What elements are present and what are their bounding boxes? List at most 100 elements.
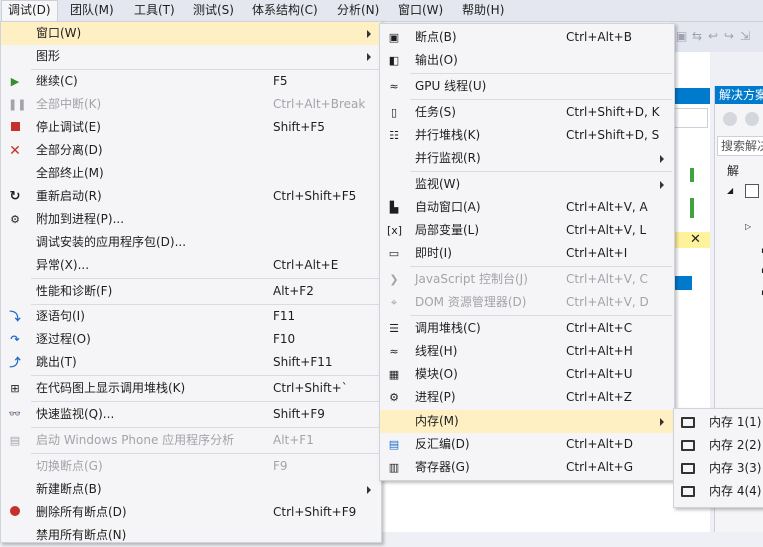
menu-item-memory-2[interactable]: 内存 2(2) [674, 434, 763, 457]
menu-item-break-all: ❚❚ 全部中断(K) Ctrl+Alt+Break [1, 93, 381, 116]
menu-item-performance-diagnostics[interactable]: 性能和诊断(F) Alt+F2 [1, 280, 381, 303]
menu-item-stop-debugging[interactable]: 停止调试(E) Shift+F5 [1, 116, 381, 139]
menu-tools[interactable]: 工具(T) [128, 0, 181, 21]
menu-item-label: 内存 3(3) [709, 461, 762, 475]
menu-item-shortcut: Ctrl+Alt+Break [273, 97, 366, 111]
expand-icon[interactable]: ▷ [745, 222, 751, 231]
processes-icon: ⚙ [389, 391, 399, 404]
menu-item-label: 在代码图上显示调用堆栈(K) [36, 381, 186, 395]
menu-analyze[interactable]: 分析(N) [331, 0, 385, 21]
menu-item-breakpoints[interactable]: ▣ 断点(B) Ctrl+Alt+B [380, 26, 674, 49]
solution-tree-item[interactable]: 解 [727, 162, 739, 179]
menu-item-memory-4[interactable]: 内存 4(4) [674, 480, 763, 503]
menu-item-show-call-stack-on-code-map[interactable]: ⊞ 在代码图上显示调用堆栈(K) Ctrl+Shift+` [1, 377, 381, 400]
menu-item-detach-all[interactable]: ✕ 全部分离(D) [1, 139, 381, 162]
menu-item-label: 全部分离(D) [36, 143, 103, 157]
code-map-icon: ⊞ [10, 382, 20, 395]
menu-item-label: DOM 资源管理器(D) [415, 295, 527, 309]
menu-item-label: 跳出(T) [36, 355, 77, 369]
memory-chip-icon [681, 462, 695, 476]
menu-item-memory-1[interactable]: 内存 1(1) [674, 411, 763, 434]
menu-item-shortcut: Shift+F5 [273, 120, 325, 134]
menu-architecture[interactable]: 体系结构(C) [246, 0, 324, 21]
menu-item-label: 任务(S) [415, 105, 456, 119]
menu-item-terminate-all[interactable]: 全部终止(M) [1, 162, 381, 185]
menu-item-disable-all-breakpoints[interactable]: 禁用所有断点(N) [1, 524, 381, 547]
menu-item-step-into[interactable]: ⤵ 逐语句(I) F11 [1, 305, 381, 328]
menu-item-watch[interactable]: 监视(W) [380, 173, 674, 196]
menu-item-parallel-watch[interactable]: 并行监视(R) [380, 147, 674, 170]
menu-item-memory-3[interactable]: 内存 3(3) [674, 457, 763, 480]
menu-item-label: 内存 2(2) [709, 438, 762, 452]
menu-item-new-breakpoint[interactable]: 新建断点(B) [1, 478, 381, 501]
menu-item-step-out[interactable]: ⤴ 跳出(T) Shift+F11 [1, 351, 381, 374]
menu-item-threads[interactable]: ≈ 线程(H) Ctrl+Alt+H [380, 340, 674, 363]
menu-item-label: 新建断点(B) [36, 482, 102, 496]
menu-item-autos[interactable]: ▙ 自动窗口(A) Ctrl+Alt+V, A [380, 196, 674, 219]
menu-item-shortcut: Ctrl+Alt+V, C [566, 272, 648, 286]
menu-separator [31, 453, 379, 454]
menu-item-window[interactable]: 窗口(W) [1, 22, 381, 45]
menu-item-continue[interactable]: ▶ 继续(C) F5 [1, 70, 381, 93]
solution-search-input[interactable]: 搜索解决 [717, 136, 763, 156]
submenu-arrow-icon [367, 53, 371, 61]
toolbar-icon: ↪ [724, 29, 735, 43]
menu-window[interactable]: 窗口(W) [392, 0, 449, 21]
menu-help[interactable]: 帮助(H) [456, 0, 510, 21]
menu-item-shortcut: Ctrl+Alt+D [566, 437, 633, 451]
menu-item-processes[interactable]: ⚙ 进程(P) Ctrl+Alt+Z [380, 386, 674, 409]
menu-item-label: 重新启动(R) [36, 189, 102, 203]
memory-chip-icon [681, 416, 695, 430]
menu-item-locals[interactable]: [x] 局部变量(L) Ctrl+Alt+V, L [380, 219, 674, 242]
menu-item-quickwatch[interactable]: 👓 快速监视(Q)... Shift+F9 [1, 403, 381, 426]
menu-item-tasks[interactable]: ▯ 任务(S) Ctrl+Shift+D, K [380, 101, 674, 124]
menu-separator [31, 427, 379, 428]
menu-item-label: 图形 [36, 49, 61, 63]
step-into-icon: ⤵ [9, 310, 21, 323]
menu-item-label: 输出(O) [415, 53, 458, 67]
menu-item-exceptions[interactable]: 异常(X)... Ctrl+Alt+E [1, 254, 381, 277]
menu-item-graphics[interactable]: 图形 [1, 45, 381, 68]
submenu-arrow-icon [367, 30, 371, 38]
breakpoints-icon: ▣ [388, 31, 400, 44]
menu-test[interactable]: 测试(S) [187, 0, 240, 21]
dock-tab-strip [674, 88, 710, 104]
menu-item-label: 即时(I) [415, 246, 452, 260]
menu-item-registers[interactable]: ▥ 寄存器(G) Ctrl+Alt+G [380, 456, 674, 479]
dock-dropdown[interactable] [674, 108, 708, 128]
menu-item-call-stack[interactable]: ☰ 调用堆栈(C) Ctrl+Alt+C [380, 317, 674, 340]
close-icon[interactable]: ✕ [690, 233, 701, 246]
back-icon[interactable] [723, 112, 737, 126]
menu-bar: 调试(D) 团队(M) 工具(T) 测试(S) 体系结构(C) 分析(N) 窗口… [0, 0, 763, 22]
delete-breakpoints-icon [8, 506, 22, 520]
menu-item-delete-all-breakpoints[interactable]: 删除所有断点(D) Ctrl+Shift+F9 [1, 501, 381, 524]
disassembly-icon: ▤ [388, 438, 400, 451]
immediate-icon: ▭ [388, 247, 400, 260]
menu-item-restart[interactable]: ↻ 重新启动(R) Ctrl+Shift+F5 [1, 185, 381, 208]
menu-item-toggle-breakpoint: 切换断点(G) F9 [1, 455, 381, 478]
menu-item-disassembly[interactable]: ▤ 反汇编(D) Ctrl+Alt+D [380, 433, 674, 456]
menu-item-parallel-stacks[interactable]: ☷ 并行堆栈(K) Ctrl+Shift+D, S [380, 124, 674, 147]
menu-item-step-over[interactable]: ↷ 逐过程(O) F10 [1, 328, 381, 351]
menu-item-modules[interactable]: ▦ 模块(O) Ctrl+Alt+U [380, 363, 674, 386]
menu-item-debug-installed-package[interactable]: 调试安装的应用程序包(D)... [1, 231, 381, 254]
forward-icon[interactable] [745, 112, 759, 126]
pause-icon: ❚❚ [8, 98, 27, 111]
detach-icon: ✕ [9, 143, 21, 159]
menu-item-shortcut: Shift+F9 [273, 407, 325, 421]
toolbar-icon: ⇆ [692, 29, 703, 43]
menu-item-label: 自动窗口(A) [415, 200, 481, 214]
menu-item-immediate[interactable]: ▭ 即时(I) Ctrl+Alt+I [380, 242, 674, 265]
menu-item-gpu-threads[interactable]: ≈ GPU 线程(U) [380, 75, 674, 98]
menu-item-attach-to-process[interactable]: ⚙ 附加到进程(P)... [1, 208, 381, 231]
menu-debug[interactable]: 调试(D) [1, 0, 58, 21]
menu-item-label: 性能和诊断(F) [36, 284, 113, 298]
background-toolbar: ▣ ⇆ ↩ ↪ ⇲ [670, 22, 763, 52]
tasks-icon: ▯ [390, 106, 398, 119]
menu-item-output[interactable]: ◧ 输出(O) [380, 49, 674, 72]
expand-icon[interactable]: ◢ [727, 186, 733, 195]
menu-team[interactable]: 团队(M) [64, 0, 120, 21]
solution-explorer-header: 解决方案 [715, 86, 763, 104]
menu-item-label: 调用堆栈(C) [415, 321, 481, 335]
menu-item-memory[interactable]: 内存(M) [380, 410, 674, 433]
